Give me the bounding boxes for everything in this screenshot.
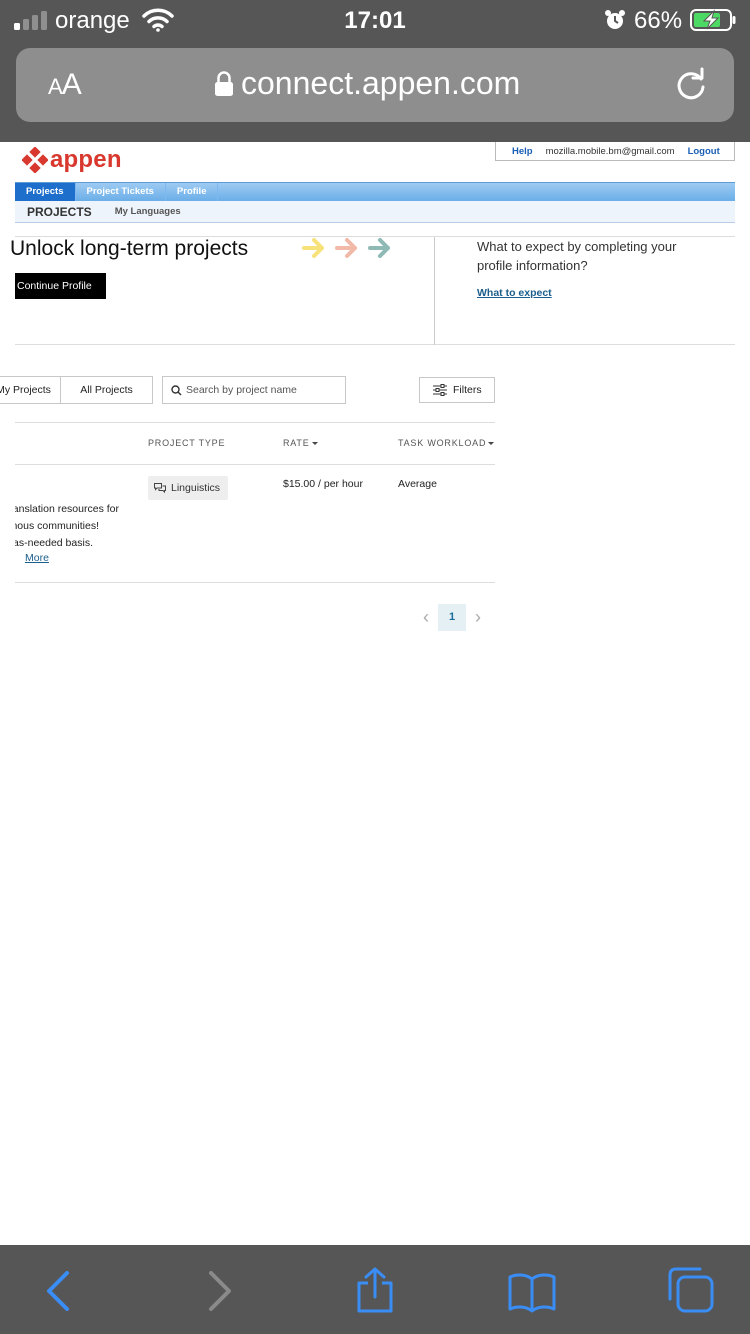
back-icon[interactable] (36, 1267, 84, 1315)
browser-top-chrome: orange 17:01 66% AA connect.appen.com (0, 0, 750, 142)
banner-heading: Unlock long-term projects (10, 237, 249, 260)
project-description-line: translation resources for (15, 503, 119, 515)
page-number[interactable]: 1 (438, 604, 466, 631)
header-task-workload[interactable]: TASK WORKLOAD (398, 438, 495, 448)
tab-project-tickets[interactable]: Project Tickets (76, 183, 166, 201)
user-email: mozilla.mobile.bm@gmail.com (545, 145, 675, 157)
tabs-icon[interactable] (666, 1267, 714, 1315)
subnav-title[interactable]: PROJECTS (27, 205, 92, 219)
filters-button[interactable]: Filters (419, 377, 495, 403)
project-rate: $15.00 / per hour (283, 478, 363, 490)
reload-icon[interactable] (673, 67, 709, 103)
main-nav: Projects Project Tickets Profile (15, 182, 735, 201)
filters-label: Filters (453, 384, 482, 396)
text-size-button[interactable]: AA (48, 68, 82, 102)
appen-logo-icon (22, 147, 48, 173)
status-bar: orange 17:01 66% (0, 0, 750, 42)
arrow-right-icon (302, 238, 324, 258)
arrow-right-icon (335, 238, 357, 258)
logo-text: appen (50, 146, 122, 173)
project-description-line: igenous communities! (15, 520, 99, 532)
browser-toolbar (0, 1245, 750, 1334)
pagination: ‹ 1 › (418, 604, 486, 631)
project-workload: Average (398, 478, 437, 490)
project-description-line: as-needed basis. (15, 537, 93, 549)
account-links: Help mozilla.mobile.bm@gmail.com Logout (495, 142, 735, 161)
sliders-icon (433, 384, 447, 396)
table-divider (15, 422, 495, 423)
tab-projects[interactable]: Projects (15, 183, 76, 201)
search-input[interactable] (186, 384, 336, 396)
web-page: appen Help mozilla.mobile.bm@gmail.com L… (0, 142, 750, 1245)
search-icon (171, 384, 182, 395)
continue-profile-button[interactable]: Continue Profile (15, 273, 106, 299)
forward-icon[interactable] (196, 1267, 244, 1315)
prev-page-icon[interactable]: ‹ (418, 607, 434, 628)
alarm-icon (605, 10, 625, 29)
tab-all-projects[interactable]: All Projects (60, 376, 153, 404)
bookmarks-icon[interactable] (508, 1267, 556, 1315)
what-to-expect-link[interactable]: What to expect (477, 287, 552, 299)
next-page-icon[interactable]: › (470, 607, 486, 628)
my-languages-link[interactable]: My Languages (115, 206, 181, 217)
address-bar[interactable]: AA connect.appen.com (16, 48, 734, 122)
project-type-label: Linguistics (171, 482, 221, 494)
battery-percent: 66% (634, 7, 683, 34)
logout-link[interactable]: Logout (688, 146, 720, 157)
expect-question: What to expect by completing your profil… (477, 239, 677, 273)
url-text: connect.appen.com (241, 65, 521, 101)
appen-logo[interactable]: appen (22, 146, 122, 174)
project-type-badge: Linguistics (148, 476, 229, 500)
sort-caret-icon (311, 442, 318, 446)
share-icon[interactable] (351, 1267, 399, 1315)
decorative-arrows (302, 237, 401, 259)
tab-my-projects[interactable]: My Projects (0, 376, 61, 404)
battery-charging-icon (690, 9, 736, 31)
project-search-box[interactable] (162, 376, 346, 404)
more-link[interactable]: More (25, 552, 49, 564)
header-project-type: PROJECT TYPE (148, 438, 226, 448)
banner-divider (434, 237, 435, 345)
speech-bubbles-icon (154, 482, 166, 493)
sort-caret-icon (488, 442, 495, 446)
lock-icon (215, 71, 233, 96)
sub-nav: PROJECTS My Languages (15, 201, 735, 223)
profile-banner: Unlock long-term projects Continue Profi… (10, 236, 735, 345)
table-divider (15, 582, 495, 583)
arrow-right-icon (368, 238, 390, 258)
table-header-divider (15, 464, 495, 465)
header-rate[interactable]: RATE (283, 438, 318, 448)
help-link[interactable]: Help (512, 146, 533, 157)
tab-profile[interactable]: Profile (166, 183, 219, 201)
